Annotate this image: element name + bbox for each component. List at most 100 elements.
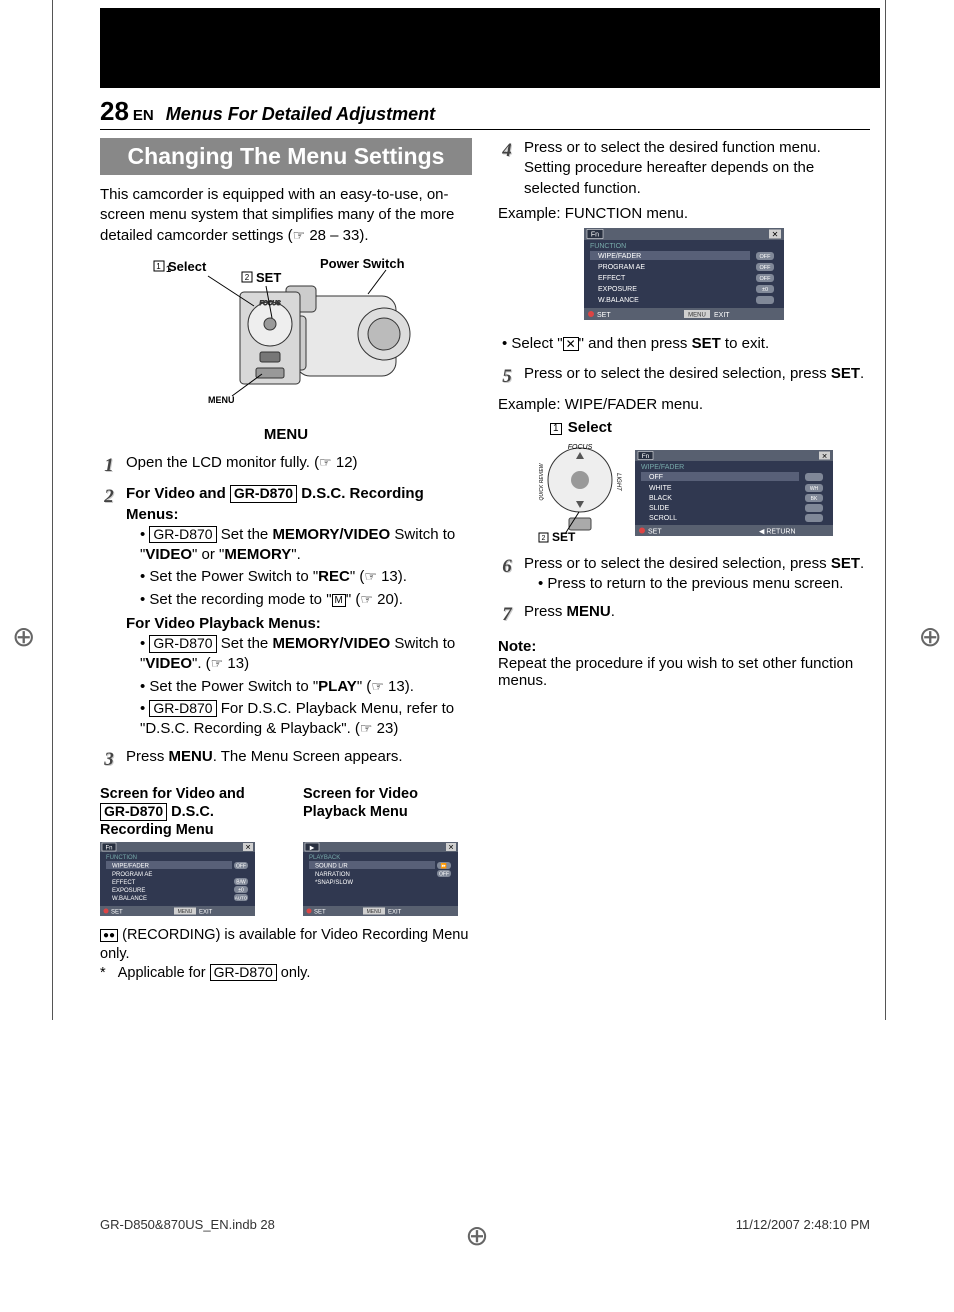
svg-text:LIGHT: LIGHT — [615, 473, 621, 492]
recording-icon: ●● — [100, 929, 118, 942]
step-num-2-icon: 2 — [100, 484, 118, 741]
svg-text:WH: WH — [810, 486, 819, 492]
svg-text:WIPE/FADER: WIPE/FADER — [112, 864, 150, 870]
step-num-7-icon: 7 — [498, 602, 516, 628]
svg-text:Fn: Fn — [105, 846, 112, 852]
step2-playback-h: For Video Playback Menus: — [126, 614, 472, 634]
footer-file: GR-D850&870US_EN.indb 28 — [100, 1217, 275, 1232]
svg-text:BK: BK — [811, 496, 818, 502]
example-2-label: Example: WIPE/FADER menu. — [498, 396, 870, 413]
rec-screen-caption: Screen for Video and GR-D870 D.S.C. Reco… — [100, 785, 269, 839]
step-num-4-icon: 4 — [498, 138, 516, 199]
exit-bullet: Select "✕" and then press SET to exit. — [502, 334, 870, 354]
model-badge: GR-D870 — [230, 485, 297, 502]
step-1: 1 Open the LCD monitor fully. (☞ 12) — [100, 453, 472, 479]
step2-b3: Set the recording mode to "M" (☞ 20). — [140, 590, 472, 610]
svg-text:EXIT: EXIT — [388, 910, 402, 916]
step2-p3: GR-D870 For D.S.C. Playback Menu, refer … — [140, 699, 472, 740]
wipe-fader-screen: Fn ✕ WIPE/FADER OFF WHITE BLACK SLIDE SC… — [635, 450, 833, 536]
control-ring-icon: FOCUS LIGHT QUICK REVIEW 2 SET — [535, 438, 625, 548]
svg-text:✕: ✕ — [822, 453, 828, 460]
svg-text:PROGRAM AE: PROGRAM AE — [598, 264, 645, 271]
svg-text:2: 2 — [245, 273, 250, 282]
intro-pages: 28 – 33). — [305, 227, 368, 244]
svg-text:PROGRAM AE: PROGRAM AE — [112, 872, 152, 878]
camera-svg-icon: FOCUS 1 1 Select — [146, 256, 426, 406]
svg-text:2: 2 — [542, 535, 546, 542]
numbox-1-icon: 1 — [550, 423, 562, 435]
rec-menu-screen: Fn ✕ FUNCTION WIPE/FADER PROGRAM AE EFFE… — [100, 842, 255, 916]
svg-text:OFF: OFF — [760, 276, 772, 282]
model-badge: GR-D870 — [100, 803, 167, 820]
svg-text:MENU: MENU — [688, 312, 706, 318]
svg-text:Fn: Fn — [591, 231, 599, 238]
svg-text:B/W: B/W — [236, 880, 246, 886]
play-menu-screen: ▶ ✕ PLAYBACK SOUND L/R NARRATION *SNAP/S… — [303, 842, 458, 916]
play-screen-caption: Screen for Video Playback Menu — [303, 785, 472, 821]
note-heading: Note: — [498, 638, 870, 655]
example-1-label: Example: FUNCTION menu. — [498, 205, 870, 222]
step2-p2: Set the Power Switch to "PLAY" (☞ 13). — [140, 677, 472, 697]
svg-text:SCROLL: SCROLL — [649, 515, 677, 522]
step4-text: Press or to select the desired function … — [524, 138, 870, 199]
camera-diagram: FOCUS 1 1 Select — [100, 256, 472, 426]
svg-text:⏩: ⏩ — [441, 863, 447, 870]
top-black-bar — [100, 8, 880, 88]
step2-p1: GR-D870 Set the MEMORY/VIDEO Switch to "… — [140, 634, 472, 675]
crop-mark-left-icon: ⊕ — [12, 620, 35, 653]
intro-paragraph: This camcorder is equipped with an easy-… — [100, 185, 472, 246]
svg-text:SLIDE: SLIDE — [649, 505, 670, 512]
step-7: 7 Press MENU. — [498, 602, 870, 628]
svg-text:WIPE/FADER: WIPE/FADER — [641, 464, 684, 471]
diag-set-label: SET — [256, 270, 281, 285]
svg-text:SET: SET — [111, 910, 123, 916]
svg-text:EXIT: EXIT — [199, 910, 213, 916]
wipe-fader-figure: FOCUS LIGHT QUICK REVIEW 2 SET Fn ✕ — [498, 438, 870, 548]
svg-text:OFF: OFF — [760, 254, 772, 260]
step-4: 4 Press or to select the desired functio… — [498, 138, 870, 199]
intro-text-a: This camcorder is equipped with an easy-… — [100, 186, 454, 244]
pointer-icon: ☞ — [293, 227, 306, 243]
svg-text:WIPE/FADER: WIPE/FADER — [598, 253, 641, 260]
svg-text:SET: SET — [597, 312, 611, 319]
svg-text:W.BALANCE: W.BALANCE — [598, 297, 639, 304]
svg-text:QUICK REVIEW: QUICK REVIEW — [539, 462, 545, 500]
svg-text:±0: ±0 — [238, 888, 244, 894]
svg-text:OFF: OFF — [649, 474, 663, 481]
diag-power-label: Power Switch — [320, 256, 405, 271]
svg-text:EXIT: EXIT — [714, 312, 730, 319]
svg-text:FOCUS: FOCUS — [568, 444, 593, 451]
step-num-6-icon: 6 — [498, 554, 516, 597]
footnotes: ●● (RECORDING) is available for Video Re… — [100, 926, 472, 983]
diag-select-label: Select — [168, 259, 207, 274]
svg-text:OFF: OFF — [236, 864, 246, 870]
svg-text:WHITE: WHITE — [649, 485, 672, 492]
svg-text:NARRATION: NARRATION — [315, 872, 350, 878]
svg-text:±0: ±0 — [762, 287, 768, 293]
step-num-5-icon: 5 — [498, 364, 516, 390]
step-2: 2 For Video and GR-D870 D.S.C. Recording… — [100, 484, 472, 741]
step2-b1: GR-D870 Set the MEMORY/VIDEO Switch to "… — [140, 525, 472, 566]
changing-menu-banner: Changing The Menu Settings — [100, 138, 472, 175]
left-rule — [52, 0, 53, 1020]
svg-text:Fn: Fn — [642, 453, 650, 460]
step1-pageref: 12) — [332, 454, 358, 471]
svg-text:FUNCTION: FUNCTION — [106, 855, 137, 861]
model-badge: GR-D870 — [149, 635, 216, 652]
svg-text:OFF: OFF — [760, 265, 772, 271]
section-header: 28 EN Menus For Detailed Adjustment — [100, 96, 870, 130]
step6-sub: Press to return to the previous menu scr… — [538, 574, 870, 594]
page-number: 28 — [100, 96, 129, 127]
svg-text:PLAYBACK: PLAYBACK — [309, 855, 340, 861]
svg-text:1: 1 — [156, 262, 161, 271]
step-num-3-icon: 3 — [100, 747, 118, 773]
svg-text:EXPOSURE: EXPOSURE — [598, 286, 637, 293]
lang-code: EN — [133, 107, 154, 124]
pointer-icon: ☞ — [319, 454, 332, 470]
crop-mark-right-icon: ⊕ — [919, 620, 942, 653]
svg-text:OFF: OFF — [439, 872, 449, 878]
svg-text:FUNCTION: FUNCTION — [590, 243, 626, 250]
svg-text:AUTO: AUTO — [235, 896, 248, 901]
m-mode-icon: M — [332, 594, 346, 607]
svg-text:✕: ✕ — [245, 845, 251, 852]
